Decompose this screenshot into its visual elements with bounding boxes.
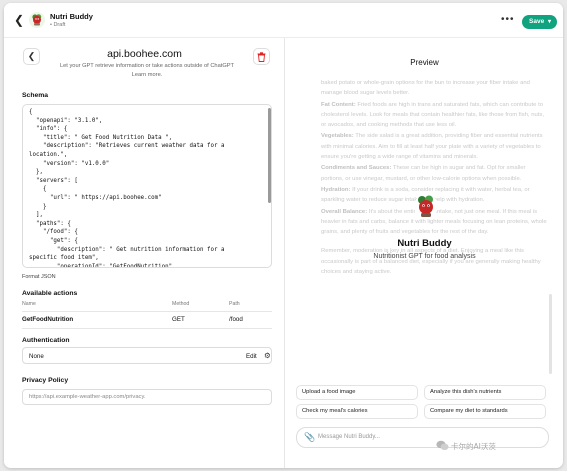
schema-scrollbar[interactable] bbox=[268, 108, 271, 203]
broccoli-avatar-icon bbox=[29, 12, 45, 28]
top-bar: ❮ Nutri Buddy • Draft ••• Save ▾ bbox=[4, 3, 563, 38]
conversation-starter[interactable]: Check my meal's calories bbox=[296, 404, 418, 419]
chat-scrollbar[interactable] bbox=[549, 294, 552, 374]
chat-line: Condiments and Sauces: These can be high… bbox=[321, 165, 526, 182]
preview-title: Preview bbox=[410, 58, 439, 67]
more-options-button[interactable]: ••• bbox=[501, 15, 515, 25]
schema-editor[interactable]: { "openapi": "3.1.0", "info": { "title":… bbox=[22, 104, 272, 268]
action-method-cell: GET bbox=[172, 316, 185, 323]
preview-panel: Preview baked potato or whole-grain opti… bbox=[286, 38, 563, 468]
chat-line: Vegetables: The side salad is a great ad… bbox=[321, 133, 543, 161]
broccoli-mascot-icon bbox=[418, 195, 433, 217]
delete-action-button[interactable] bbox=[253, 48, 270, 65]
conversation-starter[interactable]: Compare my diet to standards bbox=[424, 404, 546, 419]
edit-authentication-button[interactable]: Edit bbox=[246, 353, 257, 360]
message-placeholder: Message Nutri Buddy... bbox=[318, 434, 380, 440]
authentication-field[interactable]: None Edit ⚙ bbox=[22, 347, 272, 364]
action-subtitle: Let your GPT retrieve information or tak… bbox=[59, 63, 235, 78]
action-editor-panel: ❮ api.boohee.com Let your GPT retrieve i… bbox=[4, 38, 285, 468]
trash-icon bbox=[257, 52, 266, 62]
watermark-text: 卡尔的AI沃茨 bbox=[451, 442, 496, 451]
table-divider bbox=[22, 328, 272, 329]
gpt-preview-description: Nutritionist GPT for food analysis bbox=[373, 253, 476, 260]
gpt-name: Nutri Buddy bbox=[50, 12, 93, 21]
action-name-cell: GetFoodNutrition bbox=[22, 316, 74, 323]
table-divider bbox=[22, 311, 272, 312]
chevron-down-icon: ▾ bbox=[547, 19, 551, 25]
gear-icon[interactable]: ⚙ bbox=[264, 351, 271, 360]
column-header-path: Path bbox=[229, 301, 240, 307]
authentication-label: Authentication bbox=[22, 337, 70, 344]
draft-status: • Draft bbox=[50, 22, 66, 28]
message-input[interactable]: 📎 Message Nutri Buddy... bbox=[296, 427, 549, 448]
format-json-button[interactable]: Format JSON bbox=[22, 274, 56, 280]
action-path-cell: /food bbox=[229, 316, 243, 323]
app-window: ❮ Nutri Buddy • Draft ••• Save ▾ ❮ api.b… bbox=[4, 3, 563, 468]
save-label: Save bbox=[529, 18, 545, 25]
column-header-method: Method bbox=[172, 301, 190, 307]
chat-line: Fat Content: Fried foods are high in tra… bbox=[321, 101, 544, 129]
gpt-preview-name: Nutri Buddy bbox=[397, 238, 452, 249]
privacy-policy-label: Privacy Policy bbox=[22, 377, 69, 384]
back-arrow-icon[interactable]: ❮ bbox=[14, 14, 26, 26]
wechat-icon bbox=[436, 440, 449, 450]
schema-code[interactable]: { "openapi": "3.1.0", "info": { "title":… bbox=[29, 108, 224, 267]
schema-label: Schema bbox=[22, 92, 49, 99]
conversation-starter[interactable]: Analyze this dish's nutrients bbox=[424, 385, 546, 400]
gpt-preview-avatar bbox=[414, 194, 438, 218]
chat-closing: Remember, moderation is key in all aspec… bbox=[321, 248, 541, 276]
action-title: api.boohee.com bbox=[107, 48, 182, 60]
conversation-starter[interactable]: Upload a food image bbox=[296, 385, 418, 400]
privacy-policy-input[interactable] bbox=[22, 389, 272, 405]
available-actions-label: Available actions bbox=[22, 290, 78, 297]
save-button[interactable]: Save ▾ bbox=[522, 15, 557, 29]
authentication-value: None bbox=[29, 353, 44, 360]
paperclip-icon[interactable]: 📎 bbox=[304, 432, 315, 443]
gpt-avatar bbox=[29, 12, 45, 28]
chat-line: baked potato or whole-grain options for … bbox=[321, 80, 530, 97]
column-header-name: Name bbox=[22, 301, 36, 307]
